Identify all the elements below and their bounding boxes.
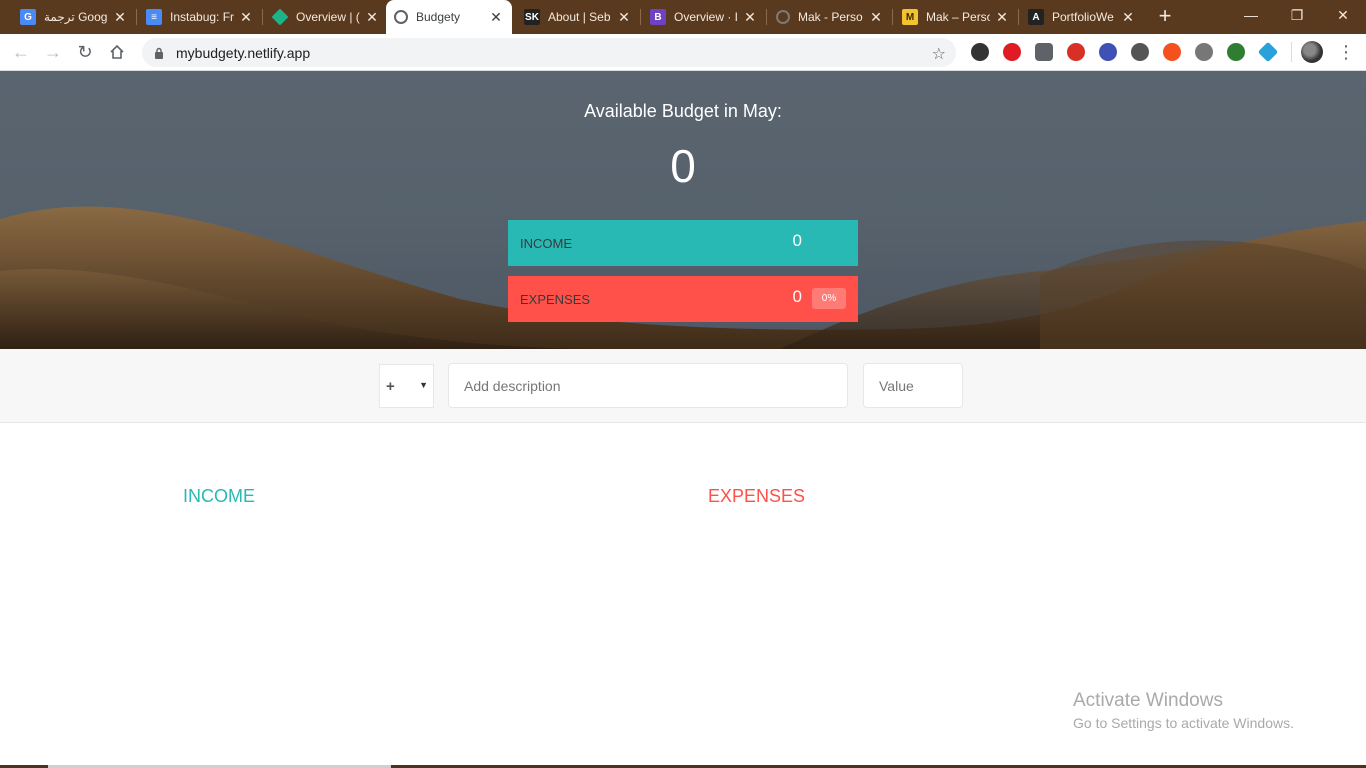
url-text[interactable]: mybudgety.netlify.app	[176, 45, 310, 61]
home-button[interactable]	[105, 40, 129, 64]
angular-icon: A	[1028, 9, 1044, 25]
new-tab-button[interactable]: +	[1154, 5, 1176, 27]
close-tab-icon[interactable]: ✕	[868, 9, 884, 26]
arrow-right-icon: →	[44, 41, 62, 62]
tab-separator	[892, 9, 893, 25]
expenses-percentage-badge: 0%	[812, 288, 846, 309]
browser-toolbar: ← → ↻ mybudgety.netlify.app ☆	[0, 34, 1366, 71]
bookmark-star-icon[interactable]: ☆	[932, 44, 946, 64]
available-budget-title: Available Budget in May:	[584, 101, 782, 121]
budget-header: Available Budget in May: 0 Income 0 Expe…	[0, 71, 1366, 349]
globe-icon	[776, 10, 790, 24]
expenses-summary-value: 0	[792, 287, 802, 306]
diamond-icon	[271, 8, 289, 26]
income-list-title: Income	[183, 486, 255, 506]
arrow-left-icon: ←	[12, 41, 30, 62]
close-window-button[interactable]: ✕	[1320, 0, 1366, 30]
pocket-extension-icon[interactable]	[1035, 43, 1053, 61]
globe-extension-icon[interactable]	[1227, 43, 1245, 61]
browser-tab[interactable]: G ترجمة Google ✕	[12, 0, 136, 34]
browser-tab-title: Overview · I	[674, 10, 738, 24]
reload-button[interactable]: ↻	[73, 40, 97, 64]
close-tab-icon[interactable]: ✕	[112, 9, 128, 26]
eyedropper-extension-icon[interactable]	[971, 43, 989, 61]
moon-extension-icon[interactable]	[1131, 43, 1149, 61]
tab-separator	[766, 9, 767, 25]
home-icon	[110, 44, 124, 59]
activate-windows-title: Activate Windows	[1073, 690, 1223, 711]
restore-button[interactable]: ❐	[1274, 0, 1320, 30]
browser-tab-title: About | Seb	[548, 10, 611, 24]
close-tab-icon[interactable]: ✕	[616, 9, 632, 26]
income-summary-value: 0	[792, 231, 802, 250]
close-tab-icon[interactable]: ✕	[742, 9, 758, 26]
expenses-summary-label: Expenses	[520, 292, 591, 307]
browser-tab[interactable]: ≡ Instabug: Fr ✕	[138, 0, 262, 34]
lock-icon[interactable]	[152, 46, 166, 60]
browser-tab-title: Budgety	[416, 10, 461, 24]
value-input[interactable]	[863, 363, 963, 408]
browser-tab[interactable]: B Overview · I ✕	[642, 0, 766, 34]
browser-tab-title: Overview | (	[296, 10, 360, 24]
lines-extension-icon[interactable]	[1099, 43, 1117, 61]
shield-extension-icon[interactable]	[1067, 43, 1085, 61]
diamond-extension-icon[interactable]	[1257, 41, 1279, 63]
browser-tab[interactable]: Budgety ✕	[386, 0, 512, 34]
description-input[interactable]	[448, 363, 848, 408]
close-tab-icon[interactable]: ✕	[488, 9, 504, 26]
google-translate-icon: G	[20, 9, 36, 25]
opera-extension-icon[interactable]	[1003, 43, 1021, 61]
browser-tab-title: PortfolioWe	[1052, 10, 1114, 24]
m-logo-icon: M	[902, 9, 918, 25]
bootstrap-icon: B	[650, 9, 666, 25]
entry-type-value: +	[386, 377, 395, 395]
browser-tab-title: Mak - Perso	[798, 10, 863, 24]
browser-tab[interactable]: Mak - Perso ✕	[768, 0, 892, 34]
add-entry-bar: + ▼	[0, 349, 1366, 423]
minimize-button[interactable]: —	[1228, 0, 1274, 30]
sk-logo-icon: SK	[524, 9, 540, 25]
close-tab-icon[interactable]: ✕	[364, 9, 380, 26]
tab-separator	[262, 9, 263, 25]
tab-separator	[136, 9, 137, 25]
browser-tab[interactable]: A PortfolioWe ✕	[1020, 0, 1144, 34]
back-button[interactable]: ←	[9, 40, 33, 64]
tab-separator	[1018, 9, 1019, 25]
browser-tab[interactable]: SK About | Seb ✕	[516, 0, 640, 34]
address-bar[interactable]: mybudgety.netlify.app ☆	[142, 38, 956, 67]
lock-extension-icon[interactable]	[1163, 43, 1181, 61]
browser-tab-strip: Gترجمة Google✕≡Instabug: Fr✕Overview | (…	[0, 0, 1366, 34]
close-tab-icon[interactable]: ✕	[238, 9, 254, 26]
browser-tab[interactable]: Overview | ( ✕	[264, 0, 388, 34]
browser-tab-title: Mak – Perso	[926, 10, 990, 24]
expenses-summary: Expenses 0 0%	[508, 276, 858, 322]
income-summary: Income 0	[508, 220, 858, 266]
dropdown-caret-icon: ▼	[419, 380, 428, 390]
entry-type-select[interactable]: + ▼	[379, 364, 434, 408]
google-docs-icon: ≡	[146, 9, 162, 25]
activate-windows-subtitle: Go to Settings to activate Windows.	[1073, 715, 1294, 731]
circle-extension-icon[interactable]	[1195, 43, 1213, 61]
close-tab-icon[interactable]: ✕	[1120, 9, 1136, 26]
tab-separator	[640, 9, 641, 25]
browser-tab-title: Instabug: Fr	[170, 10, 234, 24]
close-tab-icon[interactable]: ✕	[994, 9, 1010, 26]
browser-tab-title: ترجمة Google	[44, 10, 108, 24]
reload-icon: ↻	[77, 41, 93, 62]
browser-menu-icon[interactable]: ⋮	[1337, 40, 1355, 64]
expenses-list-title: Expenses	[708, 486, 806, 506]
available-budget-value: 0	[670, 140, 696, 192]
forward-button[interactable]: →	[41, 40, 65, 64]
globe-icon	[394, 10, 408, 24]
toolbar-divider	[1291, 42, 1292, 62]
income-summary-label: Income	[520, 236, 572, 251]
profile-avatar[interactable]	[1301, 41, 1323, 63]
browser-tab[interactable]: M Mak – Perso ✕	[894, 0, 1018, 34]
